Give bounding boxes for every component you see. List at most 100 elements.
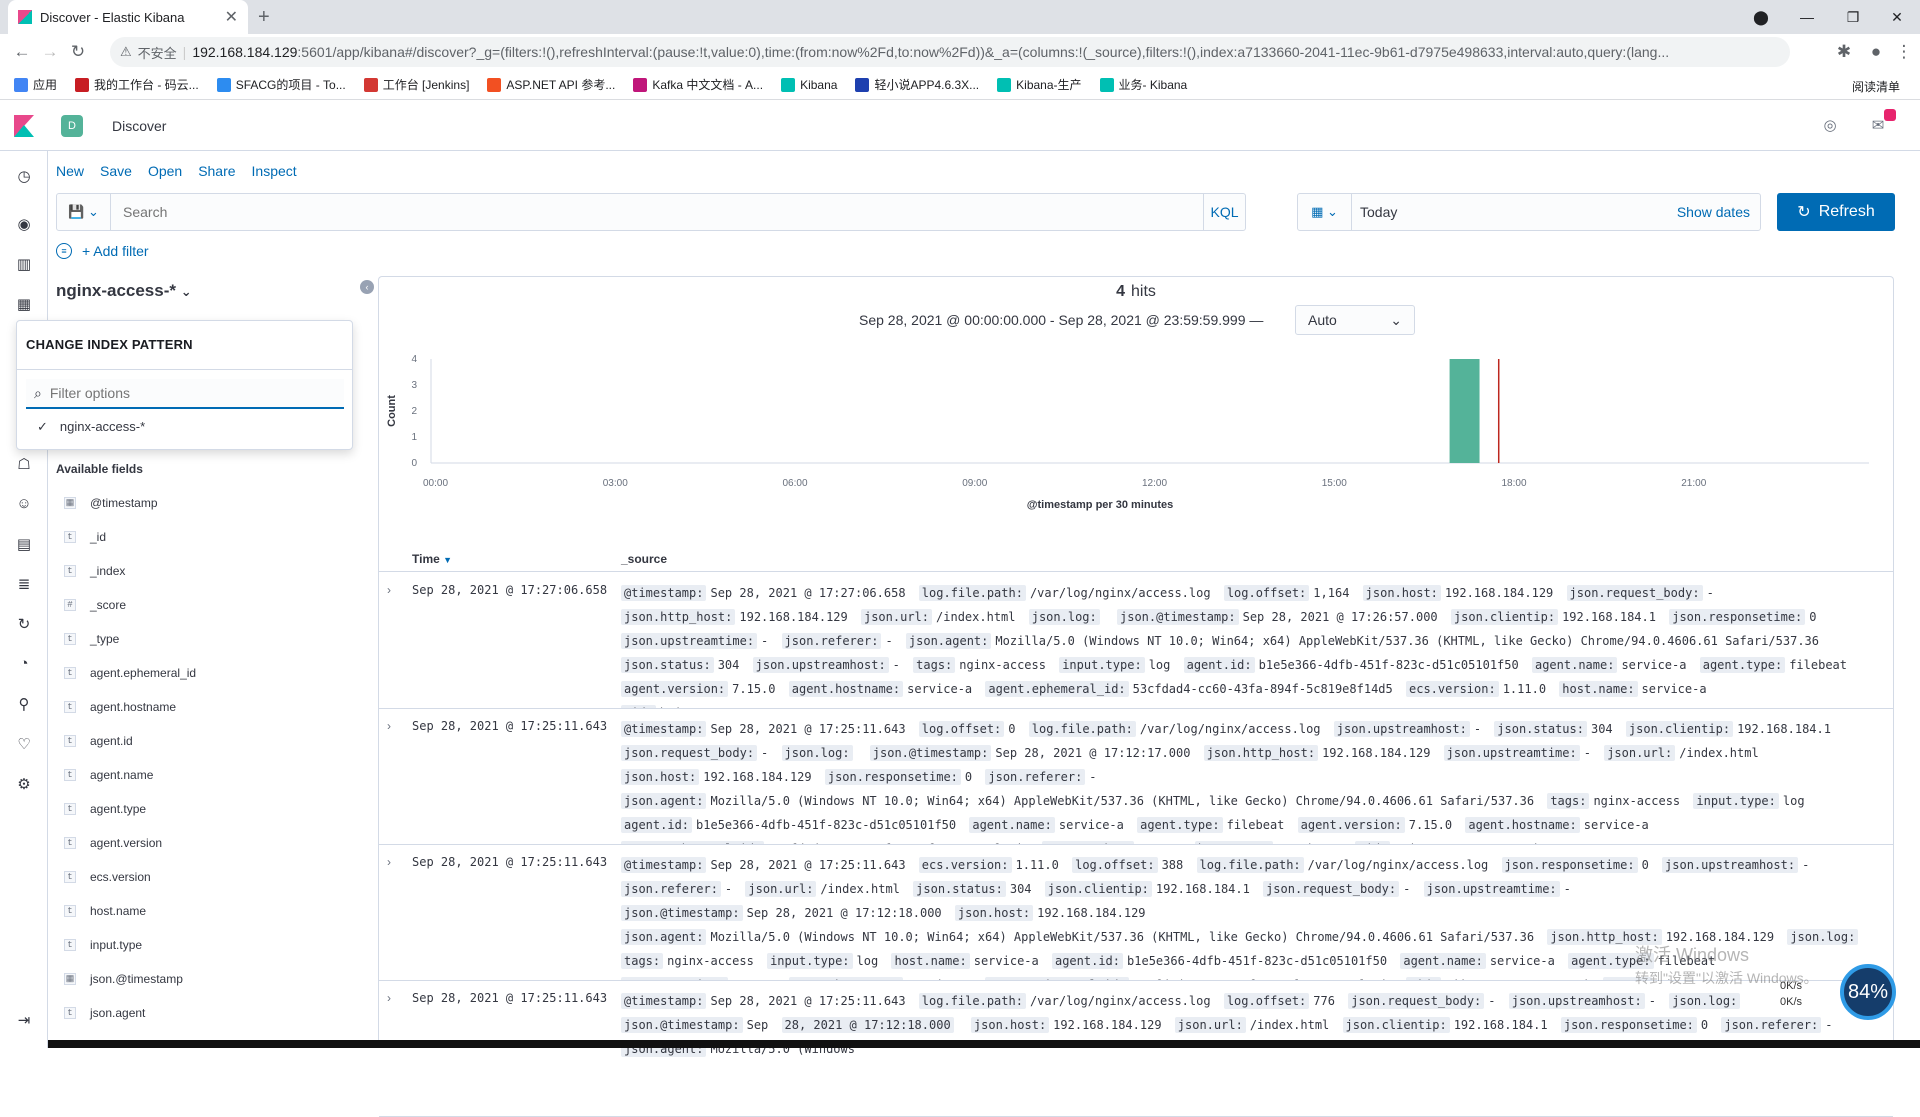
field-item[interactable]: t _id [64, 520, 364, 554]
discover-icon[interactable]: ◉ [14, 215, 34, 235]
kql-toggle[interactable]: KQL [1203, 194, 1245, 230]
kibana-logo-icon[interactable] [14, 115, 34, 137]
field-item[interactable]: t agent.type [64, 792, 364, 826]
share-button[interactable]: Share [198, 163, 235, 179]
time-column-header[interactable]: Time ▼ [412, 552, 452, 566]
minimize-icon[interactable]: — [1784, 0, 1830, 34]
field-item[interactable]: t _index [64, 554, 364, 588]
source-key: json.status: [913, 881, 1006, 897]
close-tab-icon[interactable]: ✕ [225, 7, 238, 27]
address-bar[interactable]: ⚠ 不安全 | 192.168.184.129:5601/app/kibana#… [110, 37, 1790, 67]
expand-row-icon[interactable]: › [387, 855, 391, 869]
source-key: json.url: [1604, 745, 1676, 761]
inspect-button[interactable]: Inspect [252, 163, 297, 179]
uptime-icon[interactable]: ◔ [14, 655, 34, 675]
field-item[interactable]: # _score [64, 588, 364, 622]
space-avatar[interactable]: D [61, 115, 83, 137]
apm-icon[interactable]: ↻ [14, 615, 34, 635]
devtools-icon[interactable]: ⚲ [14, 695, 34, 715]
bookmark-7[interactable]: 轻小说APP4.6.3X... [855, 76, 979, 93]
bookmark-icon [14, 77, 28, 92]
new-tab-icon[interactable]: + [258, 6, 270, 29]
search-input[interactable] [111, 194, 1203, 230]
source-value: /index.html [936, 610, 1016, 624]
new-button[interactable]: New [56, 163, 84, 179]
filter-options-input[interactable] [49, 385, 330, 401]
field-item[interactable]: t agent.name [64, 758, 364, 792]
help-icon[interactable]: ◎ [1820, 116, 1840, 136]
close-window-icon[interactable]: ✕ [1874, 0, 1920, 34]
source-field: agent.ephemeral_id:53cfdad4-cc60-43fa-89… [985, 681, 1393, 697]
field-item[interactable]: t ecs.version [64, 860, 364, 894]
filter-options-icon[interactable]: ≡ [56, 243, 72, 259]
field-item[interactable]: ▦ json.@timestamp [64, 962, 364, 996]
add-filter-button[interactable]: + Add filter [82, 243, 149, 259]
field-item[interactable]: t agent.ephemeral_id [64, 656, 364, 690]
source-field: agent.hostname:service-a [1465, 817, 1649, 833]
extensions-icon[interactable]: ✱ [1830, 42, 1858, 62]
monitoring-icon[interactable]: ♡ [14, 735, 34, 755]
profile-menu-icon[interactable]: ⬤ [1738, 0, 1784, 34]
field-item[interactable]: t agent.hostname [64, 690, 364, 724]
users-icon[interactable]: ☺ [14, 495, 34, 515]
back-icon[interactable]: ← [8, 42, 36, 62]
visualize-icon[interactable]: ▥ [14, 255, 34, 275]
save-button[interactable]: Save [100, 163, 132, 179]
siem-icon[interactable]: ☖ [14, 455, 34, 475]
bookmark-icon [363, 77, 378, 92]
y-tick-label: 2 [411, 406, 417, 417]
index-pattern-option[interactable]: ✓ nginx-access-* [37, 419, 145, 435]
forward-icon[interactable]: → [36, 42, 64, 62]
dashboard-icon[interactable]: ▦ [14, 295, 34, 315]
field-item[interactable]: t agent.version [64, 826, 364, 860]
refresh-button[interactable]: ↻ Refresh [1777, 193, 1895, 231]
bookmark-4[interactable]: ASP.NET API 参考... [487, 76, 615, 93]
browser-tab[interactable]: Discover - Elastic Kibana ✕ [8, 0, 248, 34]
menu-icon[interactable]: ⋮ [1890, 42, 1918, 62]
reading-list[interactable]: 阅读清单 [1852, 78, 1900, 95]
show-dates-link[interactable]: Show dates [1677, 204, 1760, 220]
infra-icon[interactable]: ▤ [14, 535, 34, 555]
filter-bar: ≡ + Add filter [56, 243, 149, 259]
expand-row-icon[interactable]: › [387, 583, 391, 597]
recent-icon[interactable]: ◷ [14, 167, 34, 187]
string-type-icon: t [64, 1007, 76, 1019]
breadcrumb: Discover [112, 118, 167, 134]
avatar-icon[interactable]: ● [1862, 42, 1890, 62]
bookmark-6[interactable]: Kibana [781, 77, 837, 92]
bookmark-1[interactable]: 我的工作台 - 码云... [75, 76, 199, 93]
field-name: host.name [90, 904, 147, 918]
histogram-chart[interactable]: 0 1 2 3 4 00:00 03:00 06:00 09:00 12:00 15:00 18:00… [379, 347, 1895, 547]
calendar-icon[interactable]: ▦ ⌄ [1298, 194, 1352, 230]
reload-icon[interactable]: ↻ [64, 42, 92, 62]
bookmark-2[interactable]: SFACG的项目 - To... [216, 76, 346, 93]
bookmark-3[interactable]: 工作台 [Jenkins] [363, 76, 469, 93]
bookmark-9[interactable]: 业务- Kibana [1099, 76, 1187, 93]
field-item[interactable]: t host.name [64, 894, 364, 928]
bookmark-0[interactable]: 应用 [14, 76, 57, 93]
bookmark-8[interactable]: Kibana-生产 [997, 76, 1082, 93]
field-item[interactable]: t json.agent [64, 996, 364, 1030]
management-icon[interactable]: ⚙ [14, 775, 34, 795]
source-value: Sep 28, 2021 @ 17:25:11.643 [710, 722, 906, 736]
field-item[interactable]: t _type [64, 622, 364, 656]
open-button[interactable]: Open [148, 163, 182, 179]
logs-icon[interactable]: ≣ [14, 575, 34, 595]
string-type-icon: t [64, 905, 76, 917]
interval-select[interactable]: Auto ⌄ [1295, 305, 1415, 335]
date-range-label[interactable]: Today [1352, 204, 1677, 220]
collapse-nav-icon[interactable]: ⇥ [14, 1011, 34, 1031]
field-item[interactable]: t input.type [64, 928, 364, 962]
x-tick-label: 03:00 [603, 478, 628, 489]
field-item[interactable]: t agent.id [64, 724, 364, 758]
source-value: 0 [1641, 858, 1649, 872]
field-item[interactable]: ▦ @timestamp [64, 486, 364, 520]
bookmark-5[interactable]: Kafka 中文文档 - A... [633, 76, 763, 93]
source-key: ecs.version: [918, 857, 1012, 873]
index-pattern-selector[interactable]: nginx-access-* ⌄ [56, 281, 192, 301]
maximize-icon[interactable]: ❐ [1830, 0, 1876, 34]
expand-row-icon[interactable]: › [387, 719, 391, 733]
expand-row-icon[interactable]: › [387, 991, 391, 1005]
collapse-sidebar-icon[interactable]: ‹ [360, 280, 374, 294]
saved-query-icon[interactable]: 💾 ⌄ [57, 194, 111, 230]
